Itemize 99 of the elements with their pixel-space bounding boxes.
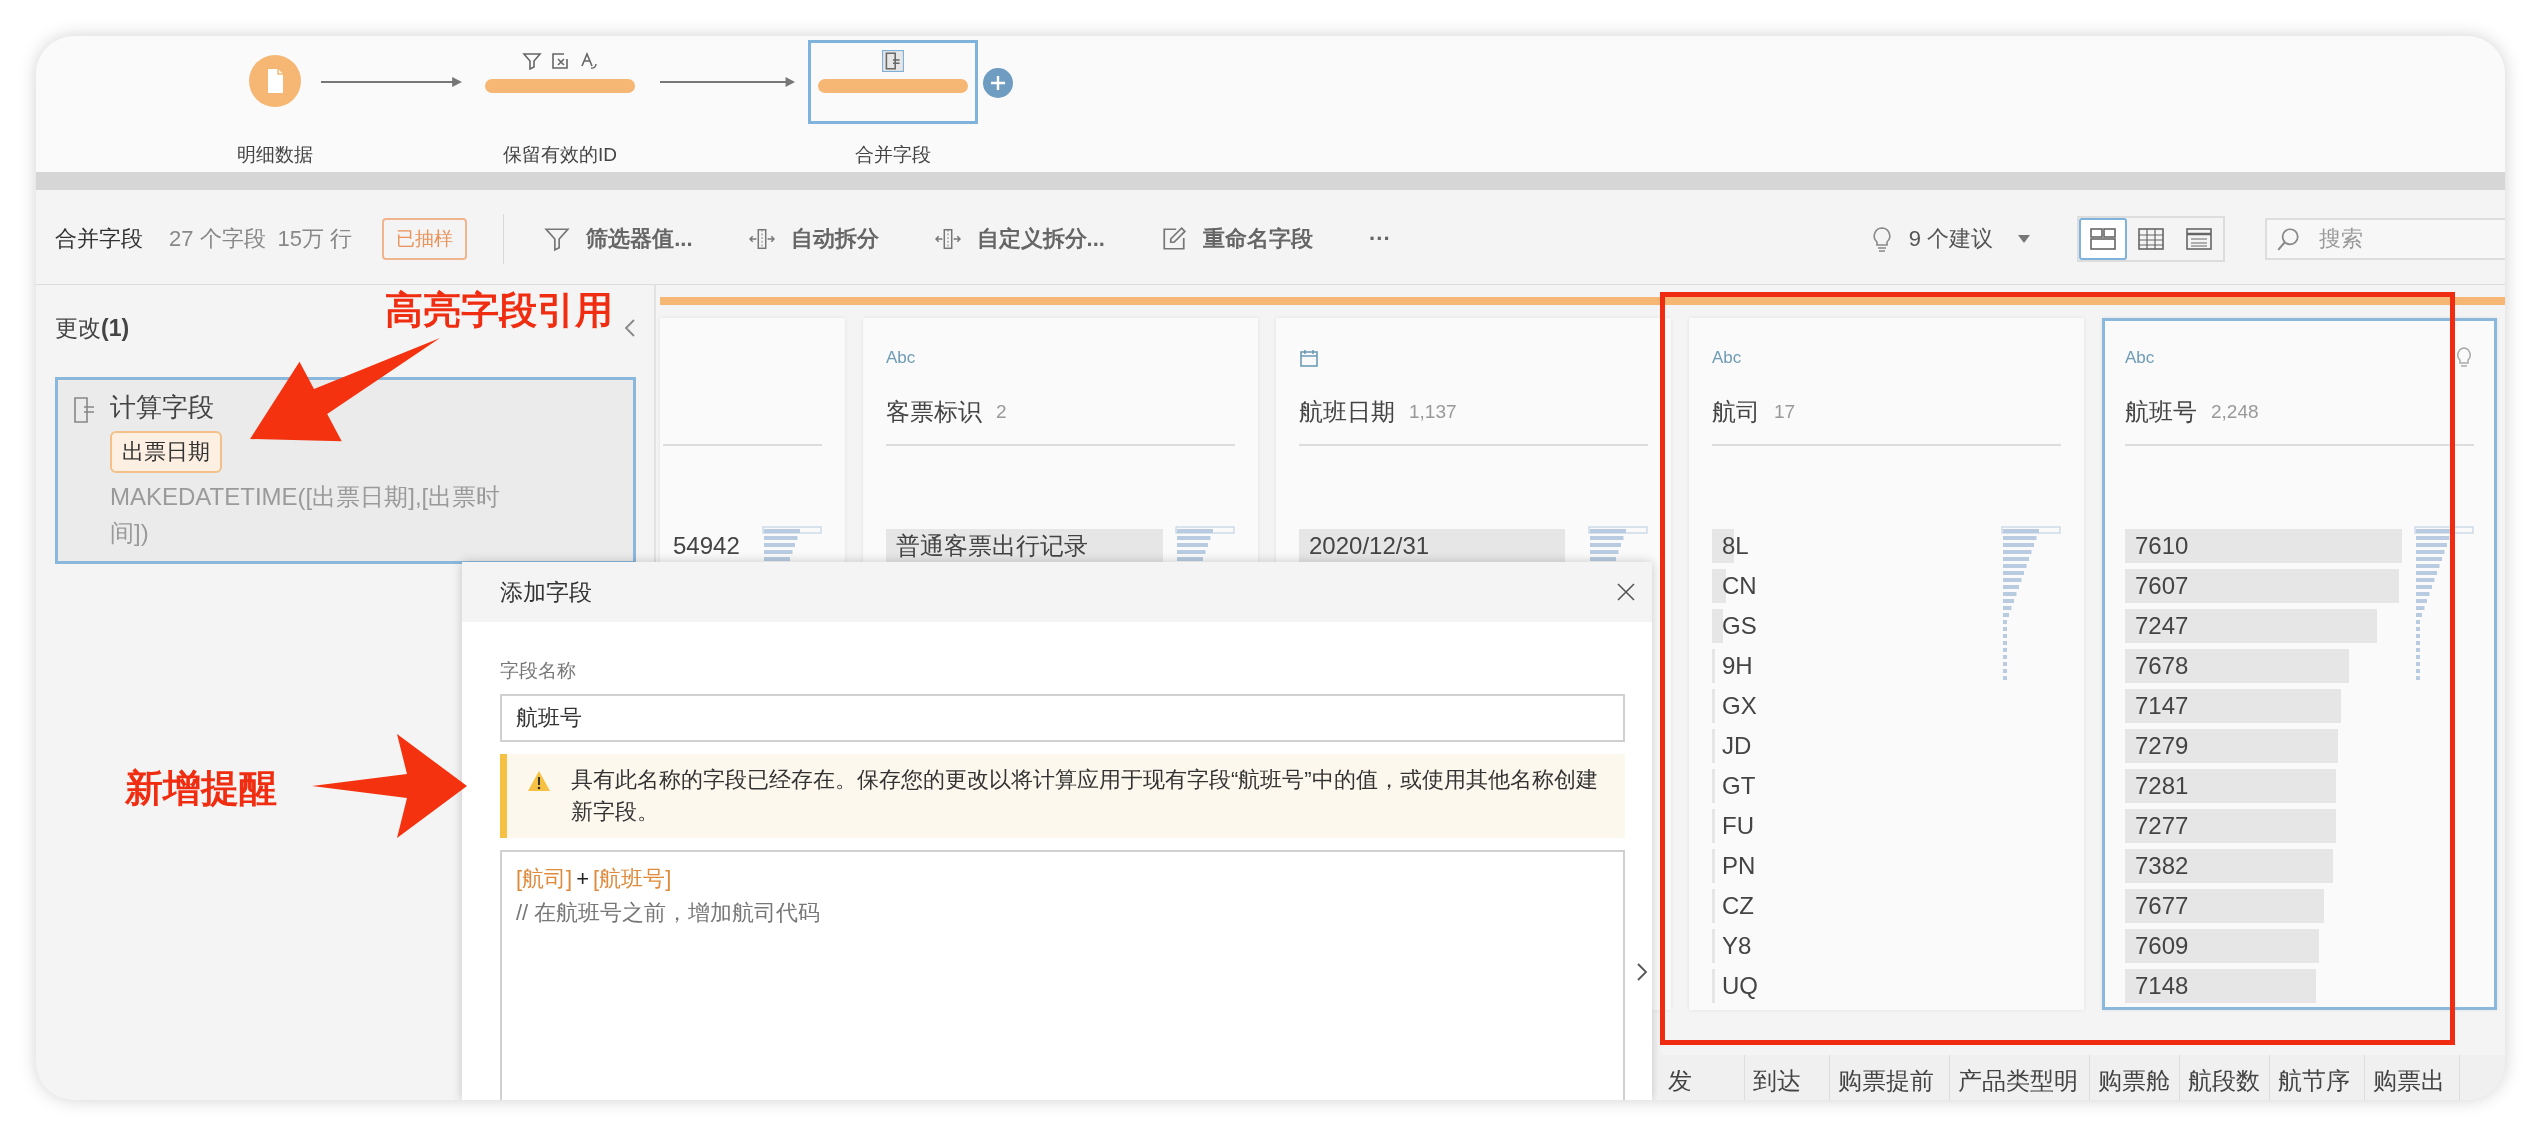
field-reference-tag: 出票日期 xyxy=(110,431,222,473)
value-row[interactable]: 7382 xyxy=(2125,846,2402,886)
calendar-icon xyxy=(1299,348,1319,368)
type-label: Abc xyxy=(886,348,916,368)
toolbar-action[interactable]: ··· xyxy=(1368,221,1391,256)
type-label: Abc xyxy=(2125,348,2155,368)
node-label: 保留有效的ID xyxy=(503,143,617,167)
value-row[interactable]: 7247 xyxy=(2125,606,2402,646)
value-row[interactable]: GX xyxy=(1712,686,1989,726)
value-row[interactable]: GT xyxy=(1712,766,1989,806)
calculated-field-icon xyxy=(72,396,96,424)
distinct-count: 1,137 xyxy=(1409,401,1457,423)
column-header[interactable]: 发 xyxy=(1660,1055,1745,1100)
distinct-count: 2,248 xyxy=(2211,401,2259,423)
change-title: 计算字段 xyxy=(110,391,214,424)
collapse-button[interactable] xyxy=(624,318,636,338)
change-card[interactable]: 计算字段 出票日期 MAKEDATETIME([出票日期],[出票时间]) xyxy=(55,377,636,564)
filter-icon xyxy=(544,225,571,252)
warning-icon xyxy=(527,770,551,792)
row-count: 15万 行 xyxy=(277,224,353,253)
node-label: 合并字段 xyxy=(855,143,931,167)
value-row[interactable]: 7147 xyxy=(2125,686,2402,726)
column-header[interactable]: 购票提前 xyxy=(1830,1055,1950,1100)
value-row[interactable]: 2020/12/31 xyxy=(1299,526,1576,566)
field-reference: [航班号] xyxy=(593,865,672,893)
dialog-title: 添加字段 xyxy=(500,577,592,607)
column-header[interactable]: 到达 xyxy=(1745,1055,1830,1100)
list-view-icon xyxy=(2185,226,2213,251)
column-header[interactable]: 购票舱 xyxy=(2090,1055,2180,1100)
column-header[interactable]: 产品类型明 xyxy=(1950,1055,2090,1100)
annotation-text: 新增提醒 xyxy=(125,766,277,810)
search-field[interactable]: 搜索 xyxy=(2265,217,2505,260)
profile-view-icon xyxy=(2089,226,2117,251)
value-row[interactable]: GS xyxy=(1712,606,1989,646)
value-row[interactable]: FU xyxy=(1712,806,1989,846)
annotation-text: 高亮字段引用 xyxy=(385,288,613,332)
formula-text: MAKEDATETIME([出票日期],[出票时间]) xyxy=(110,482,502,548)
remove-field-icon xyxy=(550,51,570,71)
value-row[interactable]: Y8 xyxy=(1712,926,1989,966)
view-toggle-button[interactable] xyxy=(2079,217,2127,260)
node-label: 明细数据 xyxy=(237,143,313,167)
field-name-label: 字段名称 xyxy=(500,659,577,683)
code-operator: + xyxy=(576,866,590,892)
profile-card[interactable]: Abc 航班号 2,248 7610 7607 7247 7678 7147 7279 7281 7277 7382 7677 7609 7148 xyxy=(2102,318,2497,1010)
add-step-button[interactable] xyxy=(983,68,1013,98)
formula-editor[interactable]: [航司] + [航班号] // 在航班号之前，增加航司代码 xyxy=(500,850,1625,1100)
column-title: 航班日期 xyxy=(1299,397,1395,427)
caret-down-icon xyxy=(2017,233,2031,244)
value-row[interactable]: 7277 xyxy=(2125,806,2402,846)
type-label: Abc xyxy=(1712,348,1742,368)
value-row[interactable]: CZ xyxy=(1712,886,1989,926)
suggestions-dropdown[interactable]: 9 个建议 xyxy=(1862,222,2037,255)
column-title: 航司 xyxy=(1712,397,1760,427)
code-comment: // 在航班号之前，增加航司代码 xyxy=(516,899,821,927)
lightbulb-icon[interactable] xyxy=(2454,346,2474,370)
toolbar-action[interactable]: 自定义拆分... xyxy=(934,219,1105,258)
table-view-icon xyxy=(2137,226,2165,251)
value-row[interactable]: 7678 xyxy=(2125,646,2402,686)
value-row[interactable]: 普通客票出行记录 xyxy=(886,526,1163,566)
warning-text: 具有此名称的字段已经存在。保存您的更改以将计算应用于现有字段“航班号”中的值，或使用其他名称创建新字段。 xyxy=(571,766,1599,826)
chevron-right-icon[interactable] xyxy=(1636,962,1648,982)
close-icon[interactable] xyxy=(1616,582,1636,602)
column-title: 航班号 xyxy=(2125,397,2197,427)
changes-title: 更改(1) xyxy=(55,313,130,343)
column-header[interactable]: 购票出 xyxy=(2365,1055,2460,1100)
calculated-field-icon xyxy=(882,50,904,72)
column-header[interactable]: 航节序 xyxy=(2270,1055,2365,1100)
value-row[interactable]: 7279 xyxy=(2125,726,2402,766)
document-node-icon xyxy=(249,55,301,107)
column-header[interactable]: 航段数 xyxy=(2180,1055,2270,1100)
field-count: 27 个字段 xyxy=(169,224,266,253)
edit-icon xyxy=(1160,225,1187,252)
filter-icon xyxy=(522,51,542,71)
column-title: 客票标识 xyxy=(886,397,982,427)
value-row[interactable]: 54942 xyxy=(663,526,750,566)
value-row[interactable]: 7148 xyxy=(2125,966,2402,1006)
value-row[interactable]: UQ xyxy=(1712,966,1989,1006)
value-row[interactable]: 7607 xyxy=(2125,566,2402,606)
field-reference: [航司] xyxy=(516,865,573,893)
value-row[interactable]: 7281 xyxy=(2125,766,2402,806)
flow-node[interactable] xyxy=(808,40,978,124)
value-row[interactable]: 9H xyxy=(1712,646,1989,686)
value-row[interactable]: 7609 xyxy=(2125,926,2402,966)
toolbar-action[interactable]: 重命名字段 xyxy=(1160,219,1313,258)
value-row[interactable]: PN xyxy=(1712,846,1989,886)
sample-badge: 已抽样 xyxy=(382,217,468,260)
toolbar-action[interactable]: 自动拆分 xyxy=(748,219,879,258)
distinct-count: 17 xyxy=(1774,401,1796,423)
profile-card[interactable]: Abc 航司 17 8L CN GS 9H GX JD GT FU PN CZ Y8 UQ xyxy=(1689,318,2084,1010)
value-row[interactable]: 7610 xyxy=(2125,526,2402,566)
distinct-count: 2 xyxy=(996,401,1007,423)
rename-icon xyxy=(578,51,598,71)
step-name: 合并字段 xyxy=(55,224,143,253)
field-name-input[interactable]: 航班号 xyxy=(500,694,1625,742)
toolbar-action[interactable]: 筛选器值... xyxy=(544,219,693,258)
value-row[interactable]: 7677 xyxy=(2125,886,2402,926)
value-row[interactable]: CN xyxy=(1712,566,1989,606)
value-row[interactable]: JD xyxy=(1712,726,1989,766)
value-row[interactable]: 8L xyxy=(1712,526,1989,566)
